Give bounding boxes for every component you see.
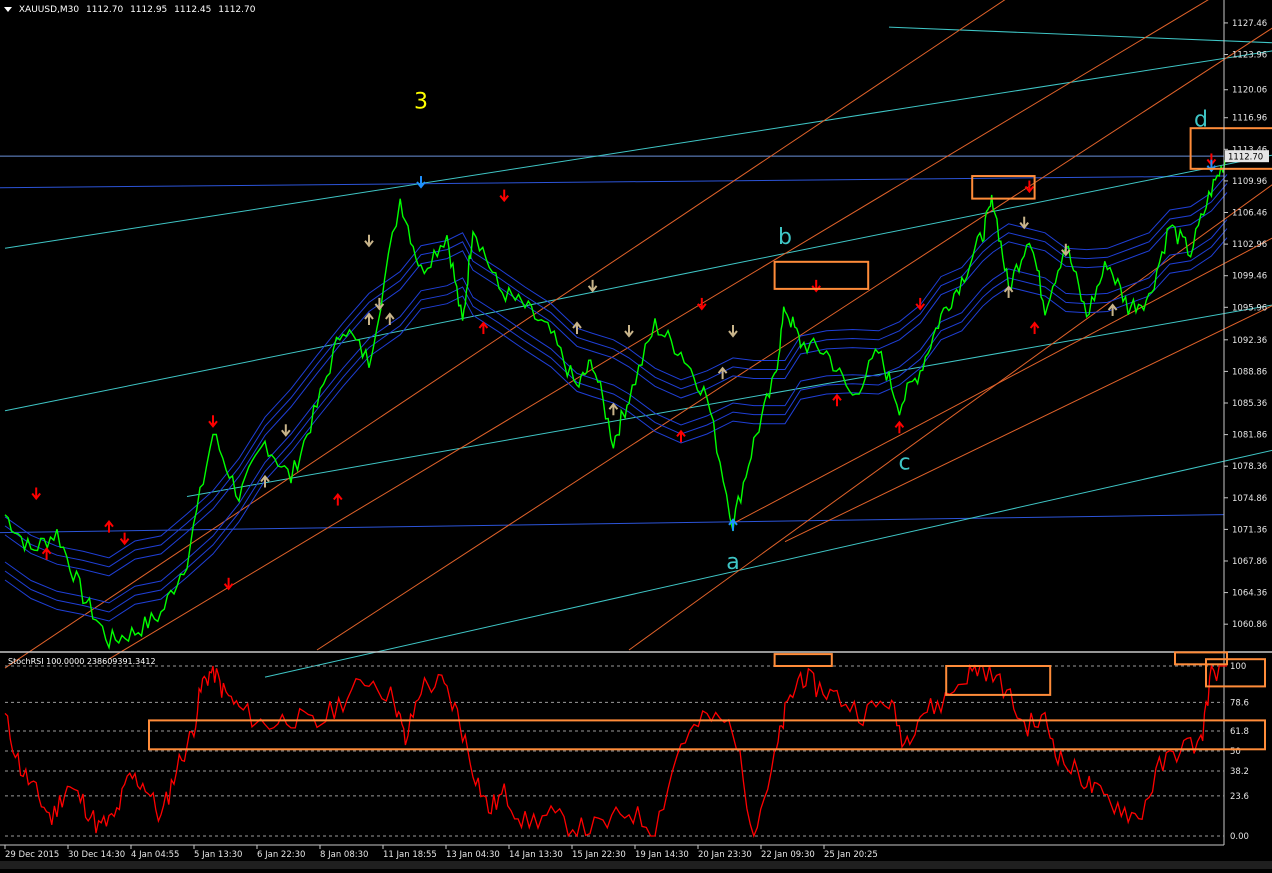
x-tick-label: 25 Jan 20:25 bbox=[824, 850, 878, 860]
x-tick-label: 19 Jan 14:30 bbox=[635, 850, 689, 860]
y-tick-label: 1099.46 bbox=[1232, 272, 1267, 282]
y-tick-label: 1120.06 bbox=[1232, 86, 1267, 96]
x-tick-label: 14 Jan 13:30 bbox=[509, 850, 563, 860]
x-tick-label: 6 Jan 22:30 bbox=[257, 850, 305, 860]
bottom-scroll-strip[interactable] bbox=[0, 861, 1272, 869]
high-price: 1112.95 bbox=[130, 5, 168, 15]
x-tick-label: 4 Jan 04:55 bbox=[131, 850, 179, 860]
stoch-level-label: 23.6 bbox=[1230, 792, 1249, 802]
y-tick-label: 1085.36 bbox=[1232, 399, 1267, 409]
y-tick-label: 1060.86 bbox=[1232, 620, 1267, 630]
y-tick-label: 1123.96 bbox=[1232, 51, 1267, 61]
stoch-level-label: 78.6 bbox=[1230, 698, 1249, 708]
y-tick-label: 1088.86 bbox=[1232, 367, 1267, 377]
y-tick-label: 1116.96 bbox=[1232, 114, 1267, 124]
wave-label-d: d bbox=[1194, 107, 1208, 132]
chart-window: 3bacd 1127.461123.961120.061116.961113.4… bbox=[0, 0, 1272, 869]
symbol-info-bar[interactable]: XAUUSD,M30 1112.70 1112.95 1112.45 1112.… bbox=[4, 3, 259, 17]
y-tick-label: 1071.36 bbox=[1232, 525, 1267, 535]
y-tick-label: 1095.96 bbox=[1232, 303, 1267, 313]
y-tick-label: 1106.46 bbox=[1232, 209, 1267, 219]
current-price-tag-text: 1112.70 bbox=[1228, 153, 1263, 163]
y-tick-label: 1081.86 bbox=[1232, 431, 1267, 441]
y-tick-label: 1109.96 bbox=[1232, 177, 1267, 187]
dropdown-triangle-icon[interactable] bbox=[4, 7, 12, 12]
x-tick-label: 22 Jan 09:30 bbox=[761, 850, 815, 860]
wave-label-3: 3 bbox=[414, 89, 428, 114]
stoch-rsi-label: StochRSI 100.0000 238609391.3412 bbox=[8, 657, 156, 666]
y-tick-label: 1102.96 bbox=[1232, 240, 1267, 250]
x-tick-label: 20 Jan 23:30 bbox=[698, 850, 752, 860]
y-tick-label: 1078.36 bbox=[1232, 462, 1267, 472]
y-tick-label: 1092.36 bbox=[1232, 336, 1267, 346]
x-tick-label: 15 Jan 22:30 bbox=[572, 850, 626, 860]
stoch-level-label: 38.2 bbox=[1230, 767, 1249, 777]
stoch-level-label: 61.8 bbox=[1230, 727, 1249, 737]
stoch-level-label: 0.00 bbox=[1230, 832, 1249, 842]
y-tick-label: 1074.86 bbox=[1232, 494, 1267, 504]
low-price: 1112.45 bbox=[174, 5, 212, 15]
x-tick-label: 30 Dec 14:30 bbox=[68, 850, 125, 860]
wave-label-b: b bbox=[778, 225, 792, 250]
symbol-name: XAUUSD,M30 bbox=[18, 5, 80, 15]
x-tick-label: 11 Jan 18:55 bbox=[383, 850, 437, 860]
y-tick-label: 1067.86 bbox=[1232, 557, 1267, 567]
chart-background bbox=[0, 0, 1272, 869]
stoch-level-label: 100 bbox=[1230, 662, 1246, 672]
x-tick-label: 13 Jan 04:30 bbox=[446, 850, 500, 860]
open-price: 1112.70 bbox=[85, 5, 124, 15]
y-tick-label: 1064.36 bbox=[1232, 589, 1267, 599]
y-tick-label: 1127.46 bbox=[1232, 19, 1267, 29]
x-tick-label: 8 Jan 08:30 bbox=[320, 850, 368, 860]
wave-label-c: c bbox=[899, 450, 911, 475]
x-tick-label: 29 Dec 2015 bbox=[5, 850, 59, 860]
price-chart-svg: 3bacd 1127.461123.961120.061116.961113.4… bbox=[0, 0, 1272, 869]
wave-label-a: a bbox=[726, 550, 739, 575]
x-tick-label: 5 Jan 13:30 bbox=[194, 850, 242, 860]
close-price: 1112.70 bbox=[218, 5, 256, 15]
